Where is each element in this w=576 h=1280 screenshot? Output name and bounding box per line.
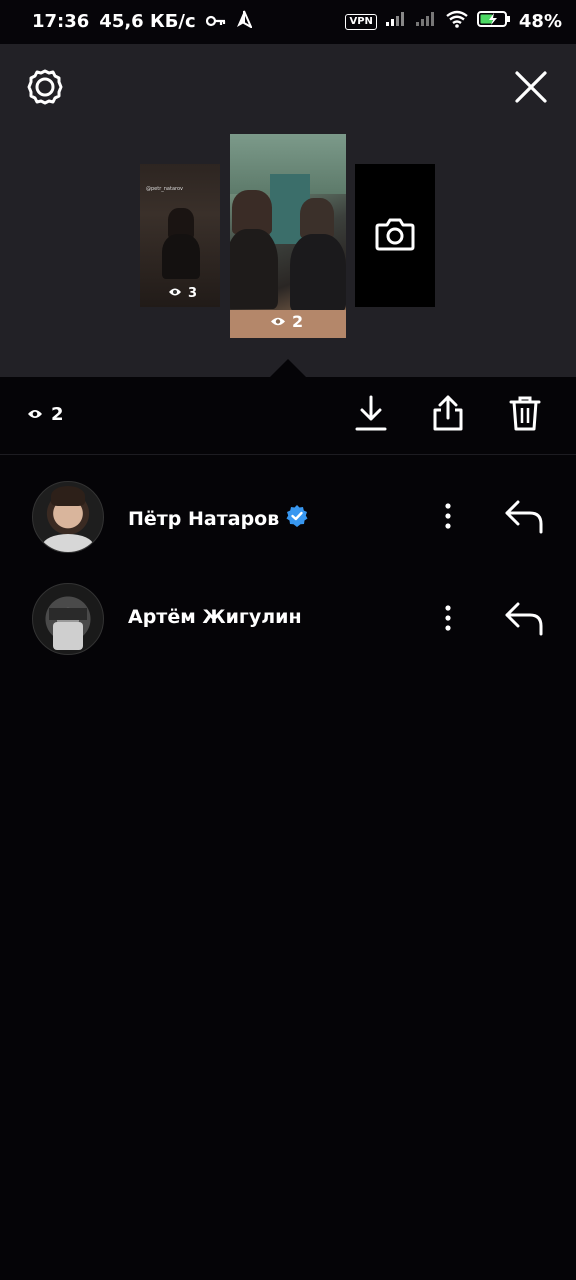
status-network-speed: 45,6 КБ/с (99, 11, 196, 32)
settings-button[interactable] (24, 68, 66, 110)
app-notification-icon (236, 10, 253, 33)
battery-percent: 48% (518, 11, 562, 32)
story-person-left-head (232, 190, 272, 234)
viewer-name-text: Артём Жигулин (128, 606, 302, 628)
story-views: 2 (270, 312, 303, 331)
story-action-bar: 2 (0, 378, 576, 455)
story-views: 3 (168, 286, 197, 301)
avatar-hands (53, 622, 83, 650)
add-story-button[interactable] (355, 164, 435, 307)
story-handle: @petr_natarov (146, 186, 183, 192)
views-count: 2 (51, 404, 64, 425)
share-button[interactable] (429, 394, 467, 436)
avatar-hair (51, 486, 85, 506)
avatar-eyes (49, 608, 87, 620)
more-options-button[interactable] (438, 603, 458, 633)
eye-icon (27, 404, 43, 425)
key-icon (205, 11, 226, 32)
download-icon (354, 394, 388, 436)
more-vertical-icon (438, 605, 458, 637)
reply-icon (502, 500, 546, 540)
avatar[interactable] (32, 583, 104, 655)
avatar[interactable] (32, 481, 104, 553)
wifi-icon (445, 10, 469, 33)
gear-icon (26, 68, 64, 110)
camera-icon (375, 216, 415, 256)
eye-icon (168, 286, 182, 301)
story-person-left-body (230, 229, 278, 309)
selected-story-pointer (270, 359, 306, 377)
story-person-right-body (290, 234, 346, 312)
status-time: 17:36 (32, 11, 90, 32)
status-bar: 17:36 45,6 КБ/с VPN 48% (0, 0, 576, 44)
avatar-shirt (43, 534, 93, 552)
verified-badge-icon (285, 504, 309, 533)
battery-icon (476, 10, 511, 33)
story-person-body (162, 234, 200, 279)
eye-icon (270, 312, 286, 331)
vpn-badge: VPN (345, 13, 377, 30)
reply-icon (502, 602, 546, 642)
reply-button[interactable] (502, 598, 546, 638)
viewer-name[interactable]: Пётр Натаров (128, 504, 309, 533)
close-icon (513, 69, 549, 109)
views-summary: 2 (27, 404, 64, 425)
trash-icon (508, 394, 542, 436)
more-vertical-icon (438, 503, 458, 535)
story-views-count: 2 (292, 312, 304, 331)
story-thumbnail-selected[interactable]: 2 (230, 134, 346, 338)
viewer-row[interactable]: Артём Жигулин (0, 568, 576, 668)
viewer-name-text: Пётр Натаров (128, 507, 280, 530)
story-views-count: 3 (188, 286, 198, 301)
viewer-name[interactable]: Артём Жигулин (128, 606, 302, 628)
delete-button[interactable] (506, 394, 544, 436)
download-button[interactable] (352, 394, 390, 436)
signal-icon (385, 11, 407, 32)
signal-2-icon (415, 11, 437, 32)
reply-button[interactable] (502, 496, 546, 536)
story-thumbnail[interactable]: @petr_natarov 3 (140, 164, 220, 307)
close-button[interactable] (510, 68, 552, 110)
more-options-button[interactable] (438, 501, 458, 531)
share-icon (431, 394, 465, 436)
story-person-right-head (300, 198, 334, 238)
viewer-row[interactable]: Пётр Натаров (0, 466, 576, 566)
